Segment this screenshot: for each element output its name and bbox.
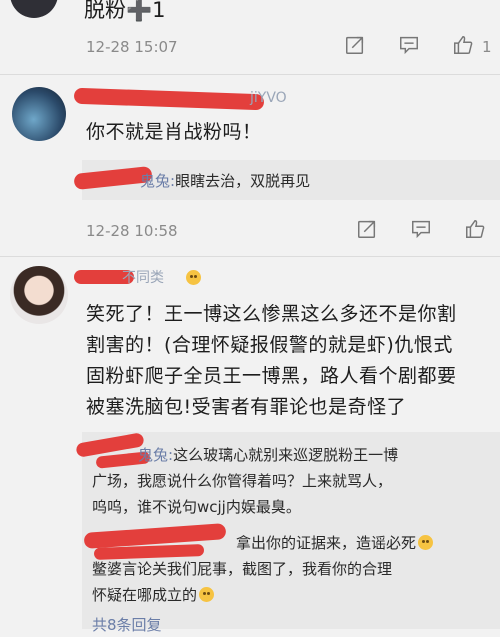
- reply-text: 这么玻璃心就别来巡逻脱粉王一博: [173, 446, 399, 464]
- like-icon[interactable]: [452, 34, 478, 60]
- redaction-mark: [73, 87, 265, 111]
- divider: [0, 256, 500, 257]
- comment-icon[interactable]: [410, 218, 436, 244]
- reply-text-line: 怀疑在哪成立的: [92, 584, 215, 607]
- comment-text-line: 割害的！(合理怀疑报假警的就是虾)仇恨式: [86, 334, 453, 356]
- username[interactable]: jiYVO: [250, 90, 287, 106]
- emoji-icon: [418, 535, 434, 550]
- reply-item[interactable]: 拿出你的证据来，造谣必死: [236, 532, 434, 555]
- reply-username[interactable]: 鬼兔:: [140, 172, 175, 190]
- comment-text-line: 被塞洗脑包!受害者有罪论也是奇怪了: [86, 396, 407, 418]
- share-icon[interactable]: [344, 34, 370, 60]
- comment-time: 12-28 15:07: [86, 38, 178, 56]
- reply-text-line: 鳖婆言论关我们屁事，截图了，我看你的合理: [92, 560, 393, 578]
- comment-text: 你不就是肖战粉吗！: [86, 121, 262, 143]
- comment-text-line: 笑死了！王一博这么惨黑这么多还不是你割: [86, 303, 457, 325]
- reply-text-line: 呜呜，谁不说句wcjj内娱最臭。: [92, 498, 301, 516]
- like-count: 1: [482, 38, 492, 56]
- reply-text: 拿出你的证据来，造谣必死: [236, 534, 417, 552]
- reply-text-line: 广场，我愿说什么你管得着吗？上来就骂人，: [92, 472, 393, 490]
- username[interactable]: 不同类: [122, 267, 164, 287]
- emoji-icon: [186, 268, 201, 287]
- more-replies-link[interactable]: 共8条回复: [92, 614, 162, 637]
- top-avatar-partial[interactable]: [10, 0, 58, 18]
- emoji-icon: [199, 587, 215, 602]
- reply-text: 眼瞎去治，双脱再见: [175, 172, 311, 190]
- reply-username[interactable]: 鬼兔:: [138, 446, 173, 464]
- user-avatar[interactable]: [12, 87, 66, 141]
- like-icon[interactable]: [464, 218, 490, 244]
- divider: [0, 74, 500, 75]
- comment-time: 12-28 10:58: [86, 222, 178, 240]
- top-comment-snippet: 脱粉➕1: [84, 0, 166, 22]
- user-avatar[interactable]: [10, 266, 68, 324]
- share-icon[interactable]: [356, 218, 382, 244]
- reply-item[interactable]: 鬼兔:这么玻璃心就别来巡逻脱粉王一博: [138, 444, 398, 467]
- reply-text: 怀疑在哪成立的: [92, 586, 198, 604]
- comment-text-line: 固粉虾爬子全员王一博黑，路人看个剧都要: [86, 365, 457, 387]
- comment-icon[interactable]: [398, 34, 424, 60]
- comment-meta-row: 12-28 10:58: [0, 218, 500, 248]
- reply-item[interactable]: 鬼兔:眼瞎去治，双脱再见: [140, 170, 310, 193]
- comment-meta-row: 12-28 15:07 1: [0, 34, 500, 64]
